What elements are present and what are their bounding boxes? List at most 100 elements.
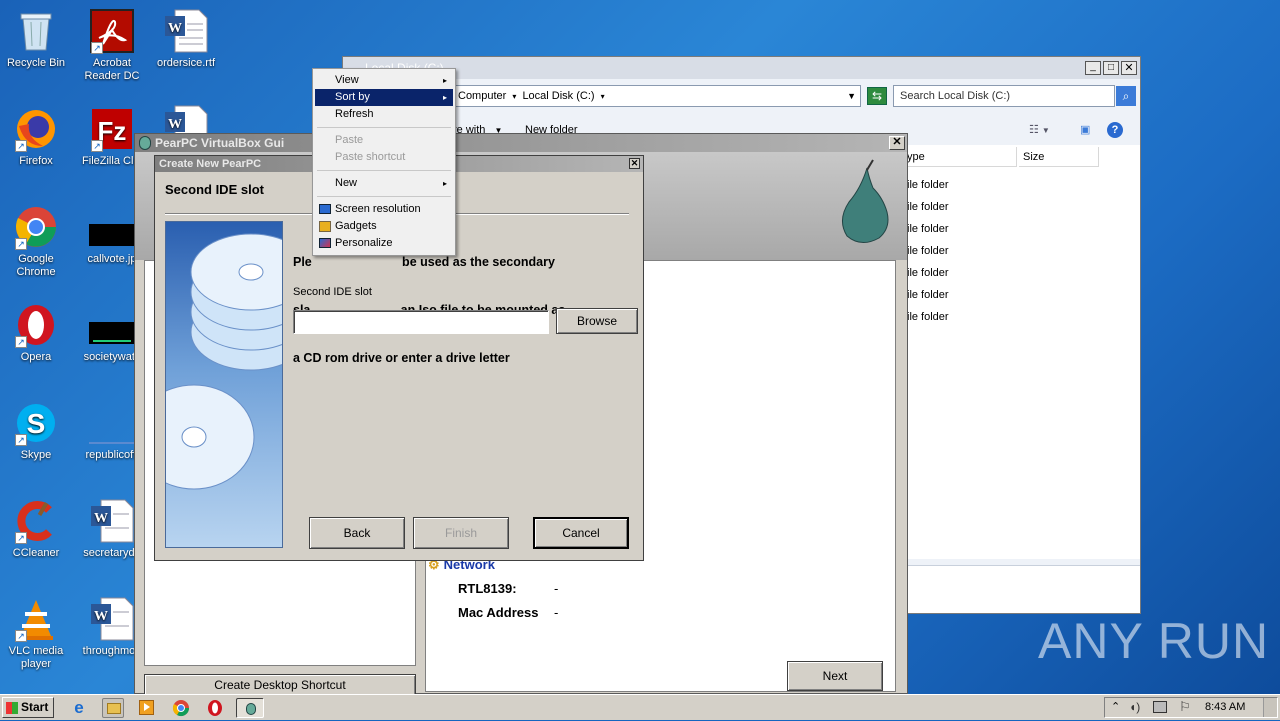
volume-icon[interactable]: ◖) (1129, 700, 1140, 714)
chrome-taskbar-icon[interactable] (170, 698, 192, 718)
breadcrumb-local-disk[interactable]: Local Disk (C:) (522, 90, 594, 102)
windows-logo-icon (6, 702, 18, 714)
pearpc-taskbar-button[interactable] (236, 698, 264, 718)
menu-item-paste-shortcut: Paste shortcut (335, 151, 406, 163)
start-button[interactable]: Start (2, 697, 54, 718)
close-button[interactable]: ✕ (889, 136, 905, 150)
description-line: Ple be used as the secondary (293, 255, 555, 269)
menu-item-new[interactable]: New ▸ (315, 175, 453, 192)
table-row[interactable]: ile folder (907, 311, 949, 323)
menu-item-refresh[interactable]: Refresh (315, 106, 453, 123)
table-row[interactable]: ile folder (907, 267, 949, 279)
clock[interactable]: 8:43 AM (1205, 701, 1245, 713)
show-hidden-icons-icon[interactable]: ⌃ (1111, 700, 1120, 713)
search-icon[interactable]: ⌕ (1116, 86, 1136, 106)
table-row[interactable]: ile folder (907, 179, 949, 191)
image-icon (89, 302, 135, 348)
desktop-icon-skype[interactable]: S ↗ Skype (0, 400, 74, 462)
screen-resolution-icon (319, 204, 331, 214)
chevron-right-icon: ▸ (442, 93, 447, 102)
opera-icon: ↗ (13, 302, 59, 348)
chevron-down-icon[interactable]: ▾ (512, 92, 516, 101)
pearpc-titlebar[interactable]: PearPC VirtualBox Gui ✕ (135, 134, 907, 152)
desktop-icon-firefox[interactable]: ↗ Firefox (0, 106, 74, 168)
file-list[interactable]: ype Size ile folder ile folder ile folde… (903, 145, 1140, 559)
desktop-icon-label: ordersice.rtf (156, 57, 216, 69)
explorer-titlebar[interactable]: Local Disk (C:) (343, 57, 1140, 79)
context-menu[interactable]: View ▸ Sort by ▸ Refresh Paste Paste short… (312, 68, 456, 256)
column-header-type[interactable]: ype (905, 147, 1017, 167)
close-button[interactable]: ✕ (1121, 61, 1137, 75)
second-ide-slot-input[interactable] (293, 310, 549, 334)
chevron-down-icon[interactable]: ▾ (601, 92, 605, 101)
help-icon[interactable]: ? (1107, 122, 1123, 138)
menu-item-gadgets[interactable]: Gadgets (315, 218, 453, 235)
finish-button[interactable]: Finish (413, 517, 509, 549)
pear-icon (139, 136, 151, 150)
desktop-icon-chrome[interactable]: ↗ Google Chrome (0, 204, 74, 279)
ie-icon[interactable]: e (68, 698, 90, 718)
minimize-button[interactable]: _ (1085, 61, 1101, 75)
ccleaner-icon: ↗ (13, 498, 59, 544)
desktop-icon-ccleaner[interactable]: ↗ CCleaner (0, 498, 74, 560)
opera-taskbar-icon[interactable] (204, 698, 226, 718)
close-button[interactable]: ✕ (629, 158, 640, 169)
desktop-icon-label: Acrobat Reader DC (84, 57, 140, 82)
rtl-value: - (554, 581, 559, 596)
desktop-icon-label: Firefox (19, 155, 53, 167)
flag-icon[interactable]: ⚐ (1179, 699, 1191, 715)
address-bar[interactable]: Computer ▾ Local Disk (C:) ▾ ▼ (453, 85, 861, 107)
start-label: Start (21, 700, 49, 714)
pear-logo-icon (829, 158, 899, 248)
media-player-icon[interactable] (136, 698, 158, 718)
cancel-button[interactable]: Cancel (533, 517, 629, 549)
chevron-right-icon: ▸ (442, 179, 447, 188)
browse-button[interactable]: Browse (556, 308, 638, 334)
back-button[interactable]: Back (309, 517, 405, 549)
wizard-heading: Second IDE slot (165, 182, 264, 197)
show-desktop-button[interactable] (1263, 698, 1277, 717)
skype-icon: S ↗ (13, 400, 59, 446)
refresh-button[interactable]: ⇆ (867, 87, 887, 105)
disc-stack-image (165, 221, 283, 548)
explorer-taskbar-icon[interactable] (102, 698, 124, 718)
word-doc-icon: W (89, 596, 135, 642)
menu-item-personalize[interactable]: Personalize (315, 235, 453, 252)
menu-item-sort-by[interactable]: Sort by ▸ (315, 89, 453, 106)
preview-pane-icon[interactable]: ▣ (1080, 119, 1090, 141)
table-row[interactable]: ile folder (907, 223, 949, 235)
svg-text:W: W (168, 21, 182, 36)
desktop-icon-vlc[interactable]: ↗ VLC media player (0, 596, 74, 671)
table-row[interactable]: ile folder (907, 245, 949, 257)
history-dropdown-icon[interactable]: ▼ (847, 86, 856, 106)
desktop-icon-label: Google Chrome (16, 253, 56, 278)
table-row[interactable]: ile folder (907, 201, 949, 213)
desktop-icon-acrobat[interactable]: ↗ Acrobat Reader DC (74, 8, 150, 83)
svg-text:W: W (94, 609, 108, 624)
menu-item-view[interactable]: View ▸ (315, 72, 453, 89)
svg-text:S: S (27, 408, 46, 439)
desktop-icon-opera[interactable]: ↗ Opera (0, 302, 74, 364)
mac-label: Mac Address (458, 605, 539, 620)
breadcrumb-computer[interactable]: Computer (458, 90, 506, 102)
word-doc-icon: W (163, 8, 209, 54)
description-line: a CD rom drive or enter a drive letter (293, 351, 510, 365)
desktop-icon-label: VLC media player (8, 645, 64, 670)
chrome-icon: ↗ (13, 204, 59, 250)
network-tray-icon[interactable] (1153, 701, 1167, 713)
recycle-bin-icon (13, 8, 59, 54)
watermark: ANY RUN (1038, 613, 1270, 669)
table-row[interactable]: ile folder (907, 289, 949, 301)
desktop-icon-recycle-bin[interactable]: Recycle Bin (0, 8, 74, 70)
maximize-button[interactable]: □ (1103, 61, 1119, 75)
next-button[interactable]: Next (787, 661, 883, 691)
create-desktop-shortcut-button[interactable]: Create Desktop Shortcut (144, 674, 416, 696)
personalize-icon (319, 238, 331, 248)
taskbar: Start e ⌃ ◖) ⚐ 8:43 AM (0, 694, 1280, 720)
column-header-size[interactable]: Size (1019, 147, 1099, 167)
search-input[interactable]: Search Local Disk (C:) (893, 85, 1115, 107)
view-options-icon[interactable]: ☷ ▼ (1029, 119, 1050, 142)
desktop-icon-ordersice[interactable]: W ordersice.rtf (148, 8, 224, 70)
menu-separator (317, 127, 451, 128)
menu-item-screen-resolution[interactable]: Screen resolution (315, 201, 453, 218)
